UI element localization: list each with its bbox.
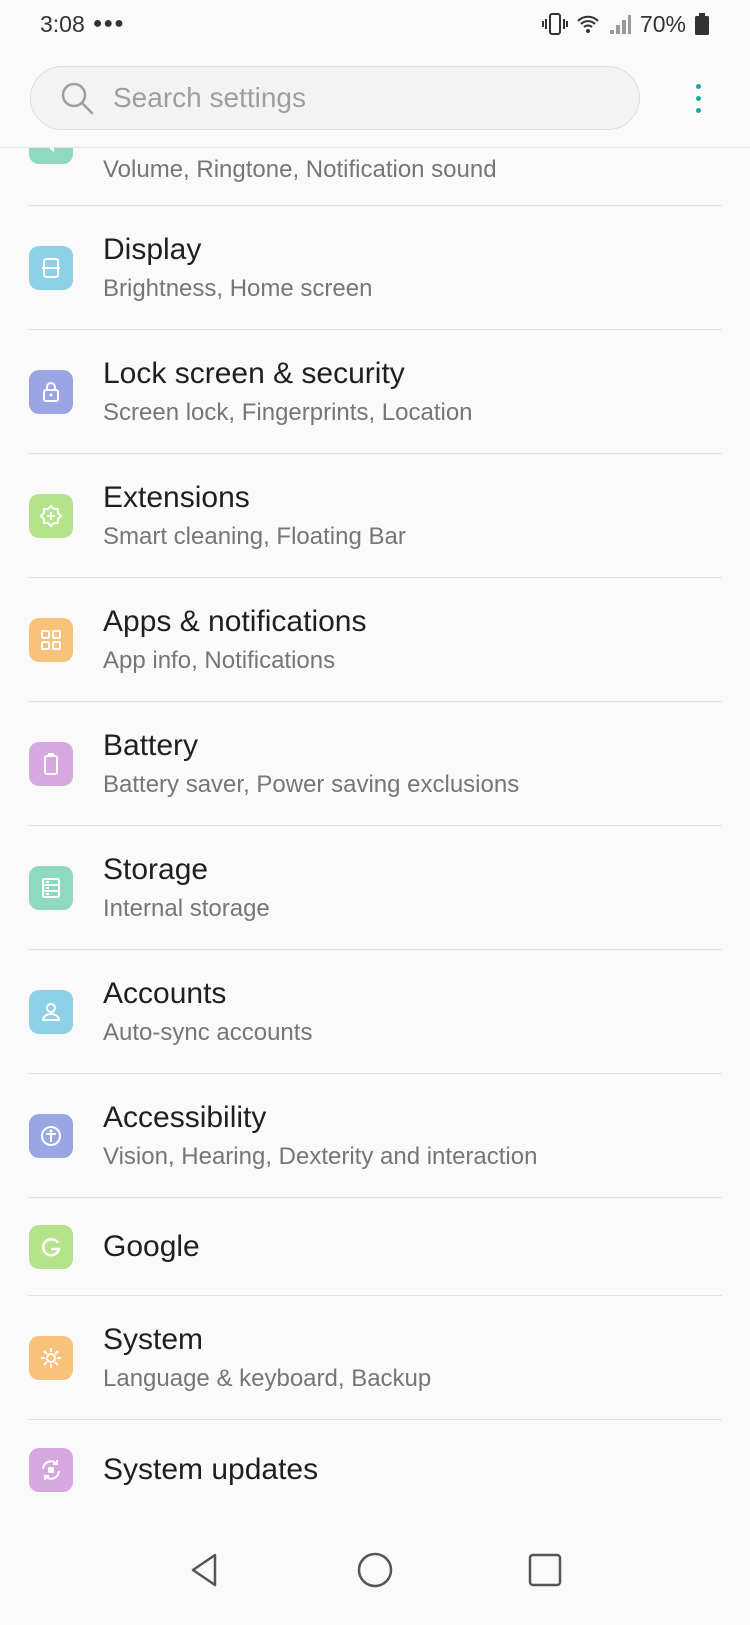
- status-bar: 3:08 ●●● 70%: [0, 0, 750, 48]
- storage-icon: [29, 866, 73, 910]
- settings-item-apps-notifications[interactable]: Apps & notifications App info, Notificat…: [0, 578, 750, 702]
- account-icon: [29, 990, 73, 1034]
- wifi-icon: [577, 15, 599, 33]
- recents-button[interactable]: [520, 1545, 570, 1595]
- status-left: 3:08 ●●●: [40, 11, 125, 38]
- settings-item-title: System updates: [103, 1453, 319, 1486]
- battery-status-icon: [695, 13, 709, 35]
- settings-item-title: Accessibility: [103, 1101, 267, 1134]
- settings-item-subtitle: Vision, Hearing, Dexterity and interacti…: [103, 1143, 538, 1170]
- settings-item-title: Accounts: [103, 977, 227, 1010]
- settings-item-title: Extensions: [103, 481, 250, 514]
- settings-item-subtitle: Volume, Ringtone, Notification sound: [103, 156, 497, 183]
- apps-icon: [29, 618, 73, 662]
- more-dot: [695, 107, 701, 113]
- home-icon: [357, 1552, 393, 1588]
- back-button[interactable]: [180, 1545, 230, 1595]
- system-update-icon: [29, 1448, 73, 1492]
- extensions-icon: [29, 494, 73, 538]
- settings-item-google[interactable]: Google: [0, 1198, 750, 1296]
- settings-item-title: Storage: [103, 853, 209, 886]
- display-icon: [29, 246, 73, 290]
- settings-item-lock-screen[interactable]: Lock screen & security Screen lock, Fing…: [0, 330, 750, 454]
- settings-item-title: Google: [103, 1230, 200, 1263]
- settings-item-battery[interactable]: Battery Battery saver, Power saving excl…: [0, 702, 750, 826]
- settings-list: Volume, Ringtone, Notification sound Dis…: [0, 104, 750, 1520]
- navigation-bar: [0, 1515, 750, 1625]
- settings-item-display[interactable]: Display Brightness, Home screen: [0, 206, 750, 330]
- gear-icon: [29, 1336, 73, 1380]
- settings-item-subtitle: Brightness, Home screen: [103, 275, 373, 302]
- battery-icon: [29, 742, 73, 786]
- recents-icon: [528, 1553, 562, 1587]
- settings-item-extensions[interactable]: Extensions Smart cleaning, Floating Bar: [0, 454, 750, 578]
- google-icon: [29, 1225, 73, 1269]
- settings-item-title: Battery: [103, 729, 199, 762]
- vibrate-icon: [541, 13, 568, 35]
- settings-item-system-updates[interactable]: System updates: [0, 1420, 750, 1520]
- settings-item-title: Lock screen & security: [103, 357, 405, 390]
- more-notifications-icon: ●●●: [92, 15, 125, 32]
- more-dot: [695, 95, 701, 101]
- settings-item-storage[interactable]: Storage Internal storage: [0, 826, 750, 950]
- search-icon: [61, 82, 94, 115]
- home-button[interactable]: [350, 1545, 400, 1595]
- status-right: 70%: [541, 10, 710, 38]
- more-options-button[interactable]: [686, 74, 710, 122]
- battery-percent: 70%: [639, 10, 686, 37]
- top-bar: [0, 48, 750, 148]
- more-dot: [695, 83, 701, 89]
- search-box[interactable]: [30, 66, 640, 130]
- settings-item-subtitle: Smart cleaning, Floating Bar: [103, 523, 406, 550]
- settings-item-system[interactable]: System Language & keyboard, Backup: [0, 1296, 750, 1420]
- settings-item-subtitle: Language & keyboard, Backup: [103, 1365, 432, 1392]
- settings-item-subtitle: Battery saver, Power saving exclusions: [103, 771, 520, 798]
- settings-item-title: System: [103, 1323, 204, 1356]
- settings-item-title: Display: [103, 233, 202, 266]
- settings-item-subtitle: App info, Notifications: [103, 647, 336, 674]
- signal-icon: [609, 15, 631, 34]
- settings-item-subtitle: Auto-sync accounts: [103, 1019, 313, 1046]
- back-icon: [191, 1553, 217, 1587]
- settings-item-accessibility[interactable]: Accessibility Vision, Hearing, Dexterity…: [0, 1074, 750, 1198]
- lock-icon: [29, 370, 73, 414]
- settings-item-subtitle: Internal storage: [103, 895, 270, 922]
- settings-item-accounts[interactable]: Accounts Auto-sync accounts: [0, 950, 750, 1074]
- settings-item-subtitle: Screen lock, Fingerprints, Location: [103, 399, 473, 426]
- search-input[interactable]: [111, 81, 595, 115]
- settings-item-title: Apps & notifications: [103, 605, 367, 638]
- accessibility-icon: [29, 1114, 73, 1158]
- status-time: 3:08: [40, 10, 85, 37]
